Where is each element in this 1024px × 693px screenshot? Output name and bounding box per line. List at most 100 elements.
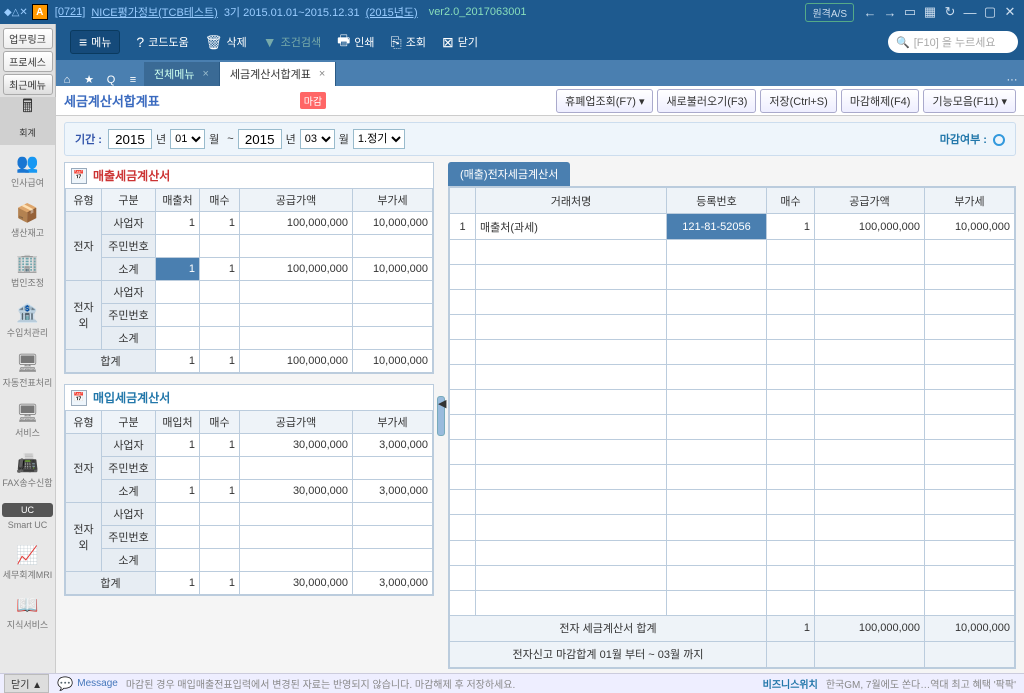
sales-panel-title: 매출세금계산서 — [93, 167, 170, 184]
print-button[interactable]: 🖶인쇄 — [337, 30, 374, 54]
nav-import[interactable]: 🏦수입처관리 — [0, 295, 55, 345]
left-nav: 🖩회계 👥인사급여 📦생산재고 🏢법인조정 🏦수입처관리 🖥자동전표처리 🖥서비… — [0, 86, 56, 673]
code-help-button[interactable]: ?코드도움 — [136, 34, 188, 50]
back-button[interactable]: ← — [861, 4, 879, 20]
uc-icon: UC — [2, 503, 53, 517]
title-company[interactable]: NICE평가정보(TCB테스트) — [91, 4, 217, 20]
year-from-input[interactable] — [108, 129, 152, 149]
nav-fax[interactable]: 📠FAX송수신함 — [0, 445, 55, 495]
filter-button[interactable]: ▼조건검색 — [263, 34, 321, 50]
calculator-icon: 🖩 — [2, 94, 53, 124]
jung-select[interactable]: 1.정기 — [353, 129, 405, 149]
home-icon[interactable]: ⌂ — [56, 74, 78, 86]
year-to-input[interactable] — [238, 129, 282, 149]
tab-allmenu[interactable]: 전체메뉴× — [144, 62, 220, 86]
splitter-handle[interactable]: ◀ — [437, 396, 445, 436]
main-toolbar: ≡메뉴 ?코드도움 🗑삭제 ▼조건검색 🖶인쇄 ⎘조회 ⊠닫기 🔍 [F10] … — [56, 24, 1024, 60]
close-button[interactable]: ⊠닫기 — [442, 34, 478, 51]
title-company-code[interactable]: [0721] — [55, 6, 86, 18]
nav-service[interactable]: 🖥서비스 — [0, 395, 55, 445]
toolbar-search[interactable]: 🔍 [F10] 을 누르세요 — [888, 31, 1018, 53]
chart-icon: 📈 — [2, 545, 53, 566]
grid-icon[interactable]: ▦ — [921, 4, 939, 20]
calendar-icon: 📅 — [71, 390, 87, 406]
calendar-icon: 📅 — [71, 168, 87, 184]
selected-regno-cell: 121-81-52056 — [667, 214, 767, 240]
search-placeholder: [F10] 을 누르세요 — [914, 34, 996, 50]
printer-icon: 🖶 — [337, 30, 350, 54]
nav-mri[interactable]: 📈세무회계MRI — [0, 537, 55, 587]
save-button[interactable]: 저장(Ctrl+S) — [760, 89, 836, 113]
app-icon: A — [32, 4, 48, 20]
nav-auto[interactable]: 🖥자동전표처리 — [0, 345, 55, 395]
detail-title: (매출)전자세금계산서 — [448, 162, 570, 186]
version-label: ver2.0_2017063001 — [429, 6, 527, 18]
circle-icon — [993, 134, 1005, 146]
book-icon[interactable]: ▭ — [901, 4, 919, 20]
hamburger-icon: ≡ — [79, 34, 87, 50]
x-icon: ⊠ — [442, 34, 454, 51]
book-icon: 📖 — [2, 595, 53, 616]
tab-taxinvoice[interactable]: 세금계산서합계표× — [220, 62, 336, 86]
title-year[interactable]: (2015년도) — [366, 4, 418, 20]
star-icon[interactable]: ★ — [78, 73, 100, 86]
title-term: 3기 2015.01.01~2015.12.31 — [224, 4, 360, 20]
forward-button[interactable]: → — [881, 4, 899, 20]
detail-area: (매출)전자세금계산서 거래처명등록번호매수공급가액부가세 1매출처(과세)12… — [448, 162, 1016, 669]
unmagam-button[interactable]: 마감해제(F4) — [841, 89, 920, 113]
building-icon: 🏢 — [2, 253, 53, 274]
purchase-panel-title: 매입세금계산서 — [93, 389, 170, 406]
purchase-tax-panel: 📅 매입세금계산서 유형구분매입처매수공급가액부가세 전자사업자1130,000,… — [64, 384, 434, 596]
allmenu-icon[interactable]: ≡ — [122, 74, 144, 86]
tab-close-icon[interactable]: × — [319, 68, 325, 80]
filter-bar: 기간 : 년 01 월 ~ 년 03 월 1.정기 마감여부 : — [64, 122, 1016, 156]
tab-close-icon[interactable]: × — [202, 68, 208, 80]
detail-table[interactable]: 거래처명등록번호매수공급가액부가세 1매출처(과세)121-81-5205611… — [449, 187, 1015, 668]
biz-watch-label[interactable]: 비즈니스위치 — [763, 676, 818, 691]
magam-status: 마감여부 : — [940, 131, 1005, 147]
functions-button[interactable]: 기능모음(F11) ▾ — [923, 89, 1016, 113]
window-close-button[interactable]: ✕ — [1001, 4, 1019, 20]
nav-knowledge[interactable]: 📖지식서비스 — [0, 587, 55, 637]
selected-cell: 1 — [156, 258, 200, 281]
minimize-button[interactable]: — — [961, 4, 979, 20]
nav-payroll[interactable]: 👥인사급여 — [0, 145, 55, 195]
splitter[interactable]: ◀ — [434, 162, 448, 669]
nav-corp[interactable]: 🏢법인조정 — [0, 245, 55, 295]
sales-table[interactable]: 유형구분매출처매수공급가액부가세 전자사업자11100,000,00010,00… — [65, 188, 433, 373]
remote-as-button[interactable]: 원격A/S — [805, 3, 854, 22]
fax-icon: 📠 — [2, 453, 53, 474]
gear-icon: 🖥 — [2, 353, 53, 374]
tab-more[interactable]: ··· — [1000, 74, 1024, 86]
maximize-button[interactable]: ▢ — [981, 4, 999, 20]
purchase-table[interactable]: 유형구분매입처매수공급가액부가세 전자사업자1130,000,0003,000,… — [65, 410, 433, 595]
nav-production[interactable]: 📦생산재고 — [0, 195, 55, 245]
sync-icon[interactable]: ↻ — [941, 4, 959, 20]
pin-recent[interactable]: 최근메뉴 — [3, 74, 53, 95]
delete-button[interactable]: 🗑삭제 — [205, 34, 247, 51]
period-label: 기간 : — [75, 131, 102, 147]
pin-worklink[interactable]: 업무링크 — [3, 28, 53, 49]
pin-process[interactable]: 프로세스 — [3, 51, 53, 72]
month-from-select[interactable]: 01 — [170, 129, 205, 149]
pin-column: 업무링크 프로세스 최근메뉴 — [0, 24, 56, 97]
status-close-button[interactable]: 닫기 ▲ — [4, 674, 49, 693]
menu-button[interactable]: ≡메뉴 — [70, 30, 120, 54]
page-title: 세금계산서합계표 — [64, 91, 160, 110]
quicksearch-icon[interactable]: Q — [100, 74, 122, 86]
nav-uc[interactable]: UCSmart UC — [0, 495, 55, 537]
query-button[interactable]: ⎘조회 — [391, 34, 426, 51]
trash-icon: 🗑 — [205, 34, 223, 51]
help-icon: ? — [136, 34, 144, 50]
closed-biz-button[interactable]: 휴폐업조회(F7) ▾ — [556, 89, 653, 113]
people-icon: 👥 — [2, 153, 53, 174]
funnel-icon: ▼ — [263, 34, 277, 50]
main-area: 세금계산서합계표 마감 휴폐업조회(F7) ▾ 새로불러오기(F3) 저장(Ct… — [56, 86, 1024, 673]
monitor-icon: 🖥 — [2, 403, 53, 424]
titlebar: ◆△✕ A [0721] NICE평가정보(TCB테스트) 3기 2015.01… — [0, 0, 1024, 24]
reload-button[interactable]: 새로불러오기(F3) — [657, 89, 756, 113]
search-doc-icon: ⎘ — [391, 34, 402, 51]
bank-icon: 🏦 — [2, 303, 53, 324]
status-bar: 닫기 ▲ 💬 Message 마감된 경우 매입매출전표입력에서 변경된 자료는… — [0, 673, 1024, 693]
month-to-select[interactable]: 03 — [300, 129, 335, 149]
